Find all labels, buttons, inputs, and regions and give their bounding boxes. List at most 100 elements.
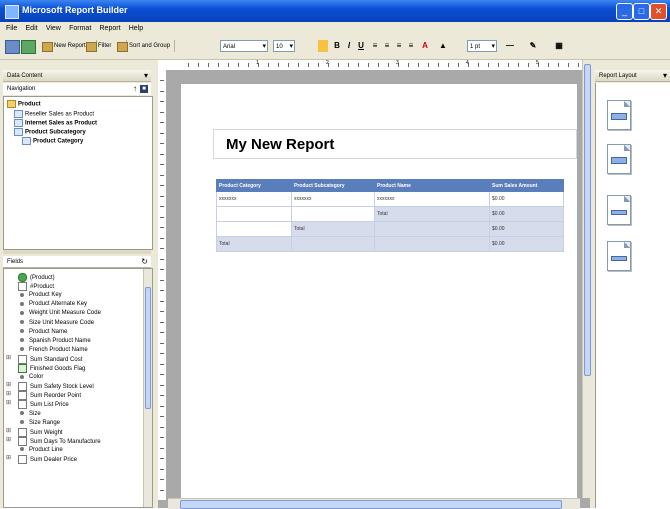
ruler-number: 4 xyxy=(466,60,469,66)
aggregate-icon xyxy=(18,455,27,464)
expand-icon[interactable]: ⊞ xyxy=(6,354,11,361)
tree-item-product[interactable]: Product xyxy=(7,100,41,110)
column-header[interactable]: Product Category xyxy=(216,179,292,192)
fields-scroll-thumb[interactable] xyxy=(145,287,151,409)
ruler-tick xyxy=(160,143,164,144)
field-item[interactable]: Product Name xyxy=(18,328,67,337)
table-cell[interactable]: xxxxxxx xyxy=(374,191,490,207)
border-color-icon[interactable]: ✎ xyxy=(528,40,538,52)
canvas-vertical-scroll-thumb[interactable] xyxy=(584,64,591,376)
table-cell[interactable]: Total xyxy=(216,236,292,252)
menu-report[interactable]: Report xyxy=(100,22,121,35)
fields-scrollbar[interactable] xyxy=(143,269,152,507)
sort-group-button[interactable]: Sort and Group xyxy=(115,40,175,52)
menu-help[interactable]: Help xyxy=(129,22,143,35)
table-cell[interactable] xyxy=(291,236,375,252)
expand-icon[interactable]: ⊞ xyxy=(6,399,11,406)
field-item[interactable]: Size Range xyxy=(18,419,60,428)
table-cell[interactable] xyxy=(291,206,375,222)
field-item[interactable]: Product Key xyxy=(18,291,62,300)
chevron-down-icon[interactable]: ▾ xyxy=(663,70,667,82)
up-arrow-icon[interactable]: ↑ xyxy=(133,83,137,95)
field-item[interactable]: Size xyxy=(18,410,41,419)
field-item[interactable]: Color xyxy=(18,373,43,382)
table-cell[interactable]: $0.00 xyxy=(489,191,564,207)
close-icon[interactable]: ▾ xyxy=(144,70,148,82)
canvas-vertical-scrollbar[interactable] xyxy=(582,60,592,498)
menu-edit[interactable]: Edit xyxy=(26,22,38,35)
tree-item-product-category[interactable]: Product Category xyxy=(22,137,83,147)
table-cell[interactable]: xxxxxxx xyxy=(291,191,375,207)
ruler-tick xyxy=(160,101,164,102)
report-table[interactable]: Product Category Product Subcategory Pro… xyxy=(216,179,564,252)
table-cell[interactable] xyxy=(374,236,490,252)
canvas-horizontal-scrollbar[interactable] xyxy=(168,498,580,509)
expand-icon[interactable]: ⊞ xyxy=(6,427,11,434)
table-cell[interactable] xyxy=(216,206,292,222)
report-title-box[interactable]: My New Report xyxy=(213,129,577,159)
table-cell[interactable]: $0.00 xyxy=(489,206,564,222)
table-cell[interactable]: xxxxxxx xyxy=(216,191,292,207)
table-layout-option[interactable] xyxy=(607,100,631,130)
fill-color-icon[interactable] xyxy=(318,40,328,52)
borders-icon[interactable]: ▦ xyxy=(554,40,564,52)
menu-view[interactable]: View xyxy=(46,22,61,35)
attribute-icon xyxy=(20,374,24,379)
refresh-icon[interactable]: ↻ xyxy=(141,256,148,268)
field-item[interactable]: Product Alternate Key xyxy=(18,300,87,309)
menu-format[interactable]: Format xyxy=(69,22,91,35)
background-color-icon[interactable]: ▲ xyxy=(438,40,448,52)
table-cell[interactable]: $0.00 xyxy=(489,236,564,252)
expand-icon[interactable]: ⊞ xyxy=(6,454,11,461)
home-icon[interactable]: ■ xyxy=(140,85,148,93)
align-right-icon[interactable]: ≡ xyxy=(394,40,404,52)
attribute-icon xyxy=(20,347,24,352)
font-size-combo[interactable]: 10 xyxy=(273,40,295,53)
field-item[interactable]: French Product Name xyxy=(18,346,88,355)
field-label: Size xyxy=(29,410,41,417)
chart-layout-option[interactable] xyxy=(607,195,631,225)
table-cell[interactable] xyxy=(216,221,292,237)
save-icon[interactable] xyxy=(5,40,20,54)
field-label: Finished Goods Flag xyxy=(30,366,86,373)
table-cell[interactable]: Total xyxy=(374,206,490,222)
matrix-layout-option[interactable] xyxy=(607,144,631,174)
boolean-icon xyxy=(18,364,27,373)
underline-icon[interactable]: U xyxy=(356,40,366,52)
expand-icon[interactable]: ⊞ xyxy=(6,390,11,397)
menu-file[interactable]: File xyxy=(6,22,17,35)
pane-splitter[interactable] xyxy=(3,250,151,254)
line-width-combo[interactable]: 1 pt xyxy=(467,40,497,53)
field-item[interactable]: Product Line xyxy=(18,446,63,455)
close-button[interactable]: ✕ xyxy=(650,3,667,20)
table-cell[interactable]: $0.00 xyxy=(489,221,564,237)
list-layout-option[interactable] xyxy=(607,241,631,271)
align-center-icon[interactable]: ≡ xyxy=(382,40,392,52)
table-cell[interactable]: Total xyxy=(291,221,375,237)
font-name-combo[interactable]: Arial xyxy=(220,40,268,53)
table-row: Total $0.00 xyxy=(216,236,564,252)
minimize-button[interactable]: _ xyxy=(616,3,633,20)
field-item[interactable]: Sum Dealer Price xyxy=(18,455,77,465)
run-report-icon[interactable] xyxy=(21,40,36,54)
fields-list: (Product) #Product Product Key Product Alte… xyxy=(3,268,153,508)
align-justify-icon[interactable]: ≡ xyxy=(406,40,416,52)
field-item[interactable]: Spanish Product Name xyxy=(18,337,91,346)
bold-icon[interactable]: B xyxy=(332,40,342,52)
italic-icon[interactable]: I xyxy=(344,40,354,52)
font-color-icon[interactable]: A xyxy=(420,40,430,52)
border-style-icon[interactable]: — xyxy=(505,40,515,52)
maximize-button[interactable]: □ xyxy=(633,3,650,20)
report-title[interactable]: My New Report xyxy=(226,136,334,153)
expand-icon[interactable]: ⊞ xyxy=(6,436,11,443)
column-header[interactable]: Product Name xyxy=(374,179,490,192)
column-header[interactable]: Product Subcategory xyxy=(291,179,375,192)
field-label: Sum Standard Cost xyxy=(30,356,83,363)
field-label: Color xyxy=(29,374,44,381)
field-item[interactable]: Size Unit Measure Code xyxy=(18,319,94,328)
align-left-icon[interactable]: ≡ xyxy=(370,40,380,52)
table-cell[interactable] xyxy=(374,221,490,237)
column-header[interactable]: Sum Sales Amount xyxy=(489,179,564,192)
expand-icon[interactable]: ⊞ xyxy=(6,381,11,388)
field-item[interactable]: Weight Unit Measure Code xyxy=(18,309,101,318)
